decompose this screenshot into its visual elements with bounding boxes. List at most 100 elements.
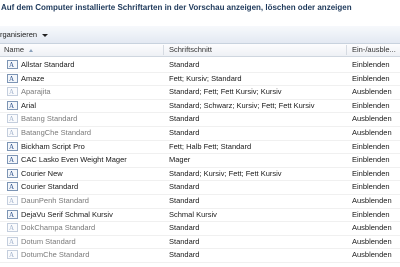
font-style: Fett; Kursiv; Standard (169, 73, 242, 83)
page-description: Auf dem Computer installierte Schriftart… (0, 0, 400, 16)
font-visibility: Ausblenden (352, 87, 392, 97)
font-name: Allstar Standard (21, 60, 75, 69)
svg-text:A: A (9, 75, 14, 83)
font-row[interactable]: A Arial Standard; Schwarz; Kursiv; Fett; F… (0, 99, 400, 114)
column-header-style[interactable]: Schriftschnitt (169, 45, 212, 55)
font-visibility: Einblenden (352, 100, 390, 110)
font-row[interactable]: A DotumChe Standard Standard Ausblenden (0, 248, 400, 263)
svg-text:A: A (9, 61, 14, 69)
column-separator[interactable] (346, 45, 347, 55)
font-row[interactable]: A Amaze Fett; Kursiv; Standard Einblenden (0, 72, 400, 87)
font-file-icon: A (7, 209, 18, 219)
font-row[interactable]: A CAC Lasko Even Weight Mager Mager Einblen… (0, 153, 400, 168)
font-file-icon: A (7, 73, 18, 83)
font-row[interactable]: A DokChampa Standard Standard Ausblenden (0, 221, 400, 236)
column-separator[interactable] (163, 45, 164, 55)
column-header-name[interactable]: Name (4, 45, 34, 55)
font-file-icon: A (7, 250, 18, 260)
font-visibility: Einblenden (352, 141, 390, 151)
font-style: Fett; Halb Fett; Standard (169, 141, 252, 151)
font-file-icon: A (7, 155, 18, 164)
font-row[interactable]: A Dotum Standard Standard Ausblenden (0, 235, 400, 250)
font-visibility: Einblenden (352, 60, 390, 69)
column-header: Name Schriftschnitt Ein-/ausble... (0, 44, 400, 57)
font-file-icon: A (7, 114, 18, 124)
font-file-icon: A (7, 182, 18, 192)
font-file-icon: A (7, 168, 18, 178)
font-name: BatangChe Standard (21, 128, 92, 137)
sort-ascending-icon (29, 48, 34, 52)
svg-text:A: A (9, 156, 14, 164)
font-name: Courier New (21, 168, 63, 178)
font-row[interactable]: A DaunPenh Standard Standard Ausblenden (0, 194, 400, 209)
font-name: Courier Standard (21, 182, 79, 192)
svg-text:A: A (9, 238, 14, 246)
font-visibility: Einblenden (352, 155, 390, 165)
font-row[interactable]: A DejaVu Serif Schmal Kursiv Schmal Kursiv… (0, 208, 400, 223)
font-name: Dotum Standard (21, 236, 76, 246)
font-style: Standard (169, 128, 200, 137)
font-style: Standard (169, 236, 200, 246)
font-style: Standard; Fett; Fett Kursiv; Kursiv (169, 87, 282, 97)
font-file-icon: A (7, 141, 18, 151)
font-style: Standard (169, 60, 200, 69)
font-name: Amaze (21, 73, 45, 83)
font-visibility: Einblenden (352, 73, 390, 83)
font-row[interactable]: A Courier Standard Standard Einblenden (0, 180, 400, 195)
font-style: Standard (169, 182, 200, 192)
organize-button[interactable]: rganisieren (0, 30, 49, 40)
font-file-icon: A (7, 236, 18, 246)
font-visibility: Ausblenden (352, 250, 392, 260)
font-style: Schmal Kursiv (169, 209, 217, 219)
font-style: Standard (169, 250, 200, 260)
font-file-icon: A (7, 223, 18, 232)
font-visibility: Einblenden (352, 209, 390, 219)
font-file-icon: A (7, 128, 18, 137)
font-row[interactable]: A Allstar Standard Standard Einblenden (0, 58, 400, 73)
font-row[interactable]: A BatangChe Standard Standard Ausblenden (0, 126, 400, 141)
font-visibility: Einblenden (352, 182, 390, 192)
font-name: Bickham Script Pro (21, 141, 85, 151)
font-name: CAC Lasko Even Weight Mager (21, 155, 127, 165)
svg-text:A: A (9, 184, 14, 192)
font-row[interactable]: A Bickham Script Pro Fett; Halb Fett; Stan… (0, 140, 400, 155)
svg-text:A: A (9, 116, 14, 124)
svg-text:A: A (9, 143, 14, 151)
column-header-visibility[interactable]: Ein-/ausble... (352, 45, 396, 55)
font-style: Standard; Schwarz; Kursiv; Fett; Fett Ku… (169, 100, 315, 110)
font-style: Standard (169, 196, 200, 205)
font-style: Standard (169, 114, 200, 124)
font-visibility: Ausblenden (352, 236, 392, 246)
font-visibility: Ausblenden (352, 196, 392, 205)
font-file-icon: A (7, 60, 18, 69)
toolbar: rganisieren (0, 26, 400, 44)
font-style: Standard; Kursiv; Fett; Fett Kursiv (169, 168, 282, 178)
svg-text:A: A (9, 102, 14, 110)
font-name: DejaVu Serif Schmal Kursiv (21, 209, 113, 219)
font-name: Arial (21, 100, 37, 110)
font-row[interactable]: A Batang Standard Standard Ausblenden (0, 112, 400, 127)
font-name: DotumChe Standard (21, 250, 90, 260)
font-style: Standard (169, 223, 200, 233)
font-name: Batang Standard (21, 114, 78, 124)
svg-text:A: A (9, 211, 14, 219)
font-row[interactable]: A Courier New Standard; Kursiv; Fett; Fett… (0, 167, 400, 182)
font-visibility: Ausblenden (352, 114, 392, 124)
font-row[interactable]: A Aparajita Standard; Fett; Fett Kursiv; K… (0, 85, 400, 100)
font-visibility: Ausblenden (352, 223, 392, 233)
font-style: Mager (169, 155, 191, 165)
svg-text:A: A (9, 129, 14, 137)
svg-text:A: A (9, 224, 14, 232)
font-name: DaunPenh Standard (21, 196, 89, 205)
font-visibility: Einblenden (352, 168, 390, 178)
svg-text:A: A (9, 88, 14, 96)
font-visibility: Ausblenden (352, 128, 392, 137)
organize-label: rganisieren (0, 30, 38, 39)
svg-text:A: A (9, 197, 14, 205)
chevron-down-icon (42, 33, 49, 37)
font-file-icon: A (7, 87, 18, 96)
svg-text:A: A (9, 252, 14, 260)
column-name-label: Name (4, 45, 25, 54)
font-name: Aparajita (21, 87, 51, 97)
font-name: DokChampa Standard (21, 223, 96, 233)
